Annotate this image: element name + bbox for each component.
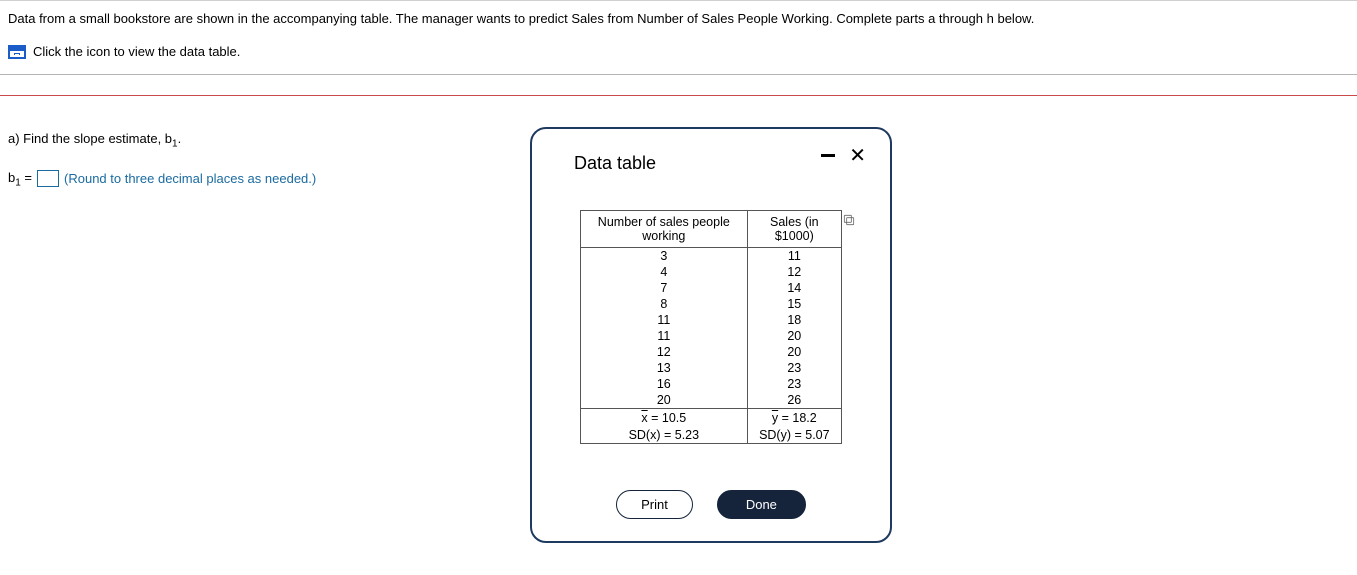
done-button[interactable]: Done [717, 490, 806, 519]
cell-x: 20 [581, 392, 747, 409]
table-row: 2026 [581, 392, 841, 409]
cell-x: 8 [581, 296, 747, 312]
ybar-cell: y = 18.2 [747, 409, 841, 427]
cell-y: 23 [747, 360, 841, 376]
question-a-end: . [178, 131, 182, 146]
cell-y: 18 [747, 312, 841, 328]
col-header-y: Sales (in $1000) [747, 211, 841, 248]
b1-input[interactable] [37, 170, 59, 187]
modal-buttons: Print Done [556, 490, 866, 519]
cell-x: 4 [581, 264, 747, 280]
sdy-cell: SD(y) = 5.07 [747, 426, 841, 443]
data-table: Number of sales people working Sales (in… [581, 211, 841, 443]
table-row: 815 [581, 296, 841, 312]
cell-y: 23 [747, 376, 841, 392]
rounding-hint: (Round to three decimal places as needed… [64, 171, 316, 186]
modal-header: Data table ✕ [556, 139, 866, 174]
close-icon[interactable]: ✕ [849, 146, 866, 166]
cell-x: 12 [581, 344, 747, 360]
table-row: 1118 [581, 312, 841, 328]
problem-body: a) Find the slope estimate, b1. b1 = (Ro… [0, 131, 1357, 188]
table-row: 1220 [581, 344, 841, 360]
data-table-icon[interactable] [8, 45, 26, 59]
cell-x: 11 [581, 328, 747, 344]
cell-x: 13 [581, 360, 747, 376]
table-row: 1323 [581, 360, 841, 376]
table-row: 1120 [581, 328, 841, 344]
problem-header: Data from a small bookstore are shown in… [0, 0, 1357, 75]
cell-y: 12 [747, 264, 841, 280]
table-row: 412 [581, 264, 841, 280]
cell-x: 7 [581, 280, 747, 296]
intro-text: Data from a small bookstore are shown in… [8, 11, 1349, 26]
divider [0, 95, 1357, 96]
xbar-cell: x = 10.5 [581, 409, 747, 427]
table-row: 714 [581, 280, 841, 296]
cell-x: 11 [581, 312, 747, 328]
cell-x: 3 [581, 248, 747, 265]
cell-y: 14 [747, 280, 841, 296]
print-button[interactable]: Print [616, 490, 693, 519]
cell-y: 26 [747, 392, 841, 409]
question-a-text: a) Find the slope estimate, b [8, 131, 172, 146]
table-row: 311 [581, 248, 841, 265]
sdx-cell: SD(x) = 5.23 [581, 426, 747, 443]
view-table-row: Click the icon to view the data table. [8, 44, 1349, 59]
cell-y: 15 [747, 296, 841, 312]
cell-x: 16 [581, 376, 747, 392]
click-text: Click the icon to view the data table. [33, 44, 240, 59]
data-table-container: Number of sales people working Sales (in… [580, 210, 842, 444]
minimize-icon[interactable] [821, 154, 835, 157]
modal-controls: ✕ [821, 146, 866, 166]
copy-icon[interactable] [842, 213, 856, 230]
data-table-modal: Data table ✕ Number of sales people work… [530, 127, 892, 543]
modal-title: Data table [574, 153, 656, 174]
cell-y: 20 [747, 328, 841, 344]
cell-y: 11 [747, 248, 841, 265]
b1-label: b1 = [8, 170, 32, 189]
col-header-x: Number of sales people working [581, 211, 747, 248]
cell-y: 20 [747, 344, 841, 360]
table-row: 1623 [581, 376, 841, 392]
